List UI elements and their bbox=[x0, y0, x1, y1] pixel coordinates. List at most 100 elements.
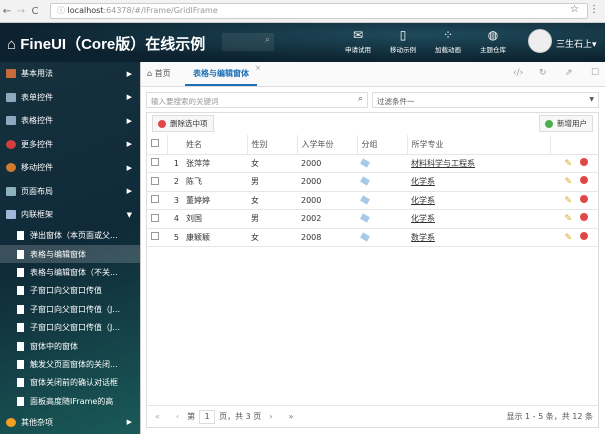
sidebar-subitem[interactable]: 子窗口向父窗口传值（J... bbox=[0, 300, 140, 318]
page-icon bbox=[17, 341, 24, 351]
delete-row-icon[interactable] bbox=[580, 157, 588, 166]
row-checkbox[interactable] bbox=[151, 158, 159, 167]
add-user-button[interactable]: 新增用户 bbox=[539, 115, 593, 132]
table-row[interactable]: 2 陈飞 男 2000 化学系 ✎ bbox=[147, 172, 598, 192]
search-icon[interactable]: ⌕ bbox=[358, 94, 363, 104]
edit-pencil-icon[interactable]: ✎ bbox=[564, 177, 572, 187]
sidebar-subitem[interactable]: 窗体关闭前的确认对话框 bbox=[0, 374, 140, 392]
row-checkbox[interactable] bbox=[151, 176, 159, 185]
sidebar-subitem[interactable]: 触发父页面窗体的关闭... bbox=[0, 355, 140, 373]
delete-row-icon[interactable] bbox=[580, 231, 588, 240]
bookmark-star-icon[interactable]: ☆ bbox=[570, 4, 579, 15]
table-row[interactable]: 5 康颖颖 女 2008 数学系 ✎ bbox=[147, 228, 598, 247]
table-row[interactable]: 4 刘国 男 2002 化学系 ✎ bbox=[147, 209, 598, 229]
avatar[interactable] bbox=[528, 29, 552, 53]
column-header-major[interactable]: 所学专业 bbox=[407, 135, 551, 155]
row-checkbox[interactable] bbox=[151, 195, 159, 204]
sidebar-item-misc[interactable]: 其他杂项 ▶ bbox=[0, 410, 140, 434]
sidebar-item-form[interactable]: 表单控件 ▶ bbox=[0, 86, 140, 110]
page-icon bbox=[17, 396, 24, 406]
back-icon[interactable]: ← bbox=[0, 6, 14, 17]
refresh-icon[interactable]: ↻ bbox=[539, 68, 547, 78]
cell-name: 康颖颖 bbox=[182, 228, 247, 247]
sidebar-subitem-label: 弹出窗体（本页面或父... bbox=[30, 231, 118, 241]
app-title[interactable]: ⌂ FineUI（Core版）在线示例 bbox=[7, 33, 205, 54]
button-label: 主题仓库 bbox=[480, 46, 506, 54]
cell-major-link[interactable]: 化学系 bbox=[411, 196, 435, 205]
row-checkbox[interactable] bbox=[151, 232, 159, 241]
cell-major-link[interactable]: 材料科学与工程系 bbox=[411, 159, 475, 168]
edit-pencil-icon[interactable]: ✎ bbox=[564, 159, 572, 169]
cell-major-link[interactable]: 化学系 bbox=[411, 177, 435, 186]
source-code-icon[interactable]: ‹/› bbox=[513, 68, 523, 78]
sidebar-subitem[interactable]: 弹出窗体（本页面或父... bbox=[0, 227, 140, 245]
row-checkbox[interactable] bbox=[151, 213, 159, 222]
column-header-year[interactable]: 入学年份 bbox=[297, 135, 358, 155]
sidebar-subitem[interactable]: 子窗口向父窗口传值（J... bbox=[0, 318, 140, 336]
reload-icon[interactable]: C bbox=[28, 6, 42, 17]
sidebar-subitem-label: 表格与编辑窗体 bbox=[30, 249, 86, 259]
sidebar-subitem[interactable]: 表格与编辑窗体（不关... bbox=[0, 263, 140, 281]
sidebar-item-more[interactable]: 更多控件 ▶ bbox=[0, 133, 140, 157]
sidebar-subitem[interactable]: 窗体中的窗体 bbox=[0, 337, 140, 355]
column-header-group[interactable]: 分组 bbox=[357, 135, 408, 155]
user-menu[interactable]: 三生石上▾ bbox=[556, 37, 597, 50]
open-new-window-icon[interactable]: ⇗ bbox=[565, 68, 573, 78]
row-number: 4 bbox=[167, 209, 182, 229]
header-search[interactable]: ⌕ bbox=[222, 33, 274, 51]
last-page-icon[interactable]: » bbox=[289, 412, 294, 421]
close-icon[interactable]: × bbox=[255, 64, 261, 72]
maximize-icon[interactable]: ☐ bbox=[591, 68, 599, 78]
cell-name: 陈飞 bbox=[182, 172, 247, 192]
address-bar[interactable]: ⓘ localhost:64378/#/IFrame/GridIFrame bbox=[50, 3, 588, 19]
theme-button[interactable]: ◍ 主题仓库 bbox=[471, 28, 515, 54]
table-row[interactable]: 3 董婷婷 女 2000 化学系 ✎ bbox=[147, 191, 598, 210]
sidebar-subitem[interactable]: 面板高度随IFrame的高 bbox=[0, 392, 140, 410]
sidebar-item-iframe[interactable]: 内联框架 ▼ bbox=[0, 203, 140, 227]
first-page-icon[interactable]: « bbox=[155, 412, 160, 421]
tab-home[interactable]: ⌂ 首页 bbox=[147, 62, 171, 86]
browser-bar: ← → C ⓘ localhost:64378/#/IFrame/GridIFr… bbox=[0, 0, 605, 23]
sidebar-item-label: 基本用法 bbox=[21, 69, 53, 79]
tab-strip: ⌂ 首页 表格与编辑窗体 × ‹/› ↻ ⇗ ☐ bbox=[141, 62, 605, 87]
sidebar-item-layout[interactable]: 页面布局 ▶ bbox=[0, 180, 140, 204]
search-input[interactable]: 输入要搜索的关键词 ⌕ bbox=[146, 92, 368, 108]
cell-name: 张萍萍 bbox=[182, 154, 247, 173]
tag-icon bbox=[360, 158, 370, 168]
iframe-icon bbox=[6, 210, 16, 220]
tab-grid-edit[interactable]: 表格与编辑窗体 bbox=[185, 62, 257, 86]
loading-animation-button[interactable]: ⁘ 加载动画 bbox=[426, 28, 470, 54]
sidebar-item-mobile[interactable]: 移动控件 ▶ bbox=[0, 156, 140, 180]
sidebar-item-basic[interactable]: 基本用法 ▶ bbox=[0, 62, 140, 86]
delete-row-icon[interactable] bbox=[580, 213, 588, 222]
url-path: :64378/#/IFrame/GridIFrame bbox=[103, 6, 218, 15]
edit-pencil-icon[interactable]: ✎ bbox=[564, 196, 572, 206]
next-page-icon[interactable]: › bbox=[269, 412, 272, 421]
edit-pencil-icon[interactable]: ✎ bbox=[564, 214, 572, 224]
mobile-demo-button[interactable]: ▯ 移动示例 bbox=[381, 28, 425, 54]
column-header-gender[interactable]: 性别 bbox=[247, 135, 298, 155]
sidebar-subitem[interactable]: 子窗口向父窗口传值 bbox=[0, 282, 140, 300]
page-number-input[interactable]: 1 bbox=[199, 409, 216, 424]
pager: « ‹ 第 1 页，共 3 页 › » 显示 1 - 5 条，共 12 条 bbox=[147, 405, 598, 427]
sidebar-subitem[interactable]: 表格与编辑窗体 bbox=[0, 244, 140, 264]
apply-trial-button[interactable]: ✉ 申请试用 bbox=[336, 28, 380, 54]
cell-major-link[interactable]: 化学系 bbox=[411, 214, 435, 223]
delete-row-icon[interactable] bbox=[580, 176, 588, 185]
table-row[interactable]: 1 张萍萍 女 2000 材料科学与工程系 ✎ bbox=[147, 154, 598, 173]
forward-icon[interactable]: → bbox=[14, 6, 28, 17]
cell-major-link[interactable]: 数学系 bbox=[411, 233, 435, 242]
sidebar-item-grid[interactable]: 表格控件 ▶ bbox=[0, 109, 140, 133]
prev-page-icon[interactable]: ‹ bbox=[176, 412, 179, 421]
button-label: 新增用户 bbox=[557, 119, 587, 128]
delete-row-icon[interactable] bbox=[580, 194, 588, 203]
delete-selected-button[interactable]: 删除选中项 bbox=[152, 115, 214, 132]
select-all-checkbox[interactable] bbox=[151, 139, 159, 148]
page-info: 显示 1 - 5 条，共 12 条 bbox=[506, 412, 593, 421]
browser-menu-icon[interactable]: ⋮ bbox=[589, 4, 599, 15]
actions-header bbox=[550, 135, 598, 155]
edit-pencil-icon[interactable]: ✎ bbox=[564, 233, 572, 243]
cell-gender: 男 bbox=[247, 209, 297, 229]
filter-select[interactable]: 过滤条件一 ▼ bbox=[372, 92, 599, 108]
column-header-name[interactable]: 姓名 bbox=[182, 135, 248, 155]
